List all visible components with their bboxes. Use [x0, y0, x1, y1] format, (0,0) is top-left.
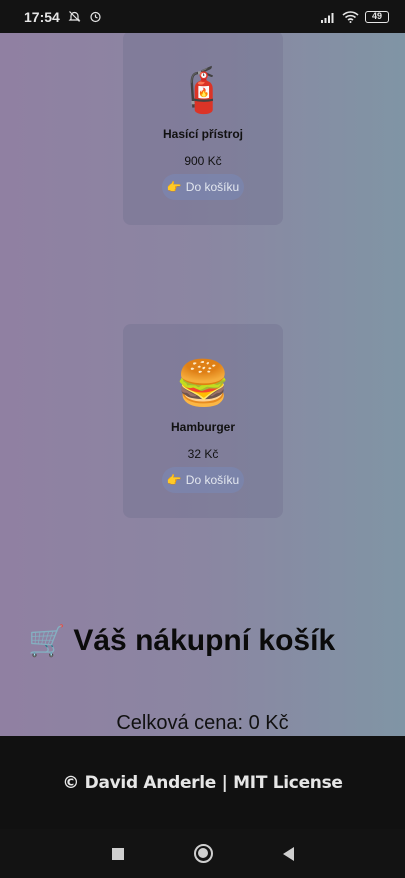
product-name: Hasící přístroj: [162, 127, 244, 141]
pointing-hand-icon: 👉: [166, 180, 182, 194]
hamburger-icon: 🍔: [175, 359, 231, 408]
fire-extinguisher-icon: 🧯: [175, 66, 231, 115]
cart-title: Váš nákupní košík: [73, 624, 336, 657]
main-content[interactable]: 🧯 Hasící přístroj 900 Kč 👉 Do košíku 🍔 H…: [0, 33, 405, 736]
alarm-icon: [90, 11, 101, 23]
product-card: 🧯 Hasící přístroj 900 Kč 👉 Do košíku: [123, 33, 283, 225]
recents-button[interactable]: [111, 847, 124, 860]
add-to-cart-label: Do košíku: [185, 180, 240, 194]
status-time: 17:54: [24, 8, 60, 25]
product-price: 900 Kč: [184, 154, 222, 168]
system-nav-bar: [0, 829, 405, 878]
wifi-icon: [342, 11, 359, 23]
signal-icon: [321, 12, 334, 23]
pointing-hand-icon: 👉: [166, 473, 182, 487]
add-to-cart-label: Do košíku: [185, 473, 240, 487]
status-left: 17:54: [24, 9, 102, 25]
cart-heading: 🛒 Váš nákupní košík: [28, 621, 335, 661]
shopping-cart-icon: 🛒: [28, 624, 66, 658]
back-button[interactable]: [282, 846, 294, 861]
home-button[interactable]: [193, 844, 213, 863]
add-to-cart-button[interactable]: 👉 Do košíku: [162, 174, 244, 200]
status-right: 49: [320, 10, 389, 23]
product-card: 🍔 Hamburger 32 Kč 👉 Do košíku: [123, 324, 283, 518]
battery-icon: 49: [365, 10, 389, 23]
mute-bell-icon: [68, 11, 81, 22]
status-bar: 17:54 49: [0, 0, 405, 33]
footer: © David Anderle | MIT License: [0, 736, 405, 829]
product-name: Hamburger: [170, 420, 235, 434]
product-price: 32 Kč: [187, 447, 219, 461]
cart-total: Celková cena: 0 Kč: [116, 712, 289, 734]
add-to-cart-button[interactable]: 👉 Do košíku: [162, 467, 244, 493]
footer-text: © David Anderle | MIT License: [62, 772, 343, 793]
